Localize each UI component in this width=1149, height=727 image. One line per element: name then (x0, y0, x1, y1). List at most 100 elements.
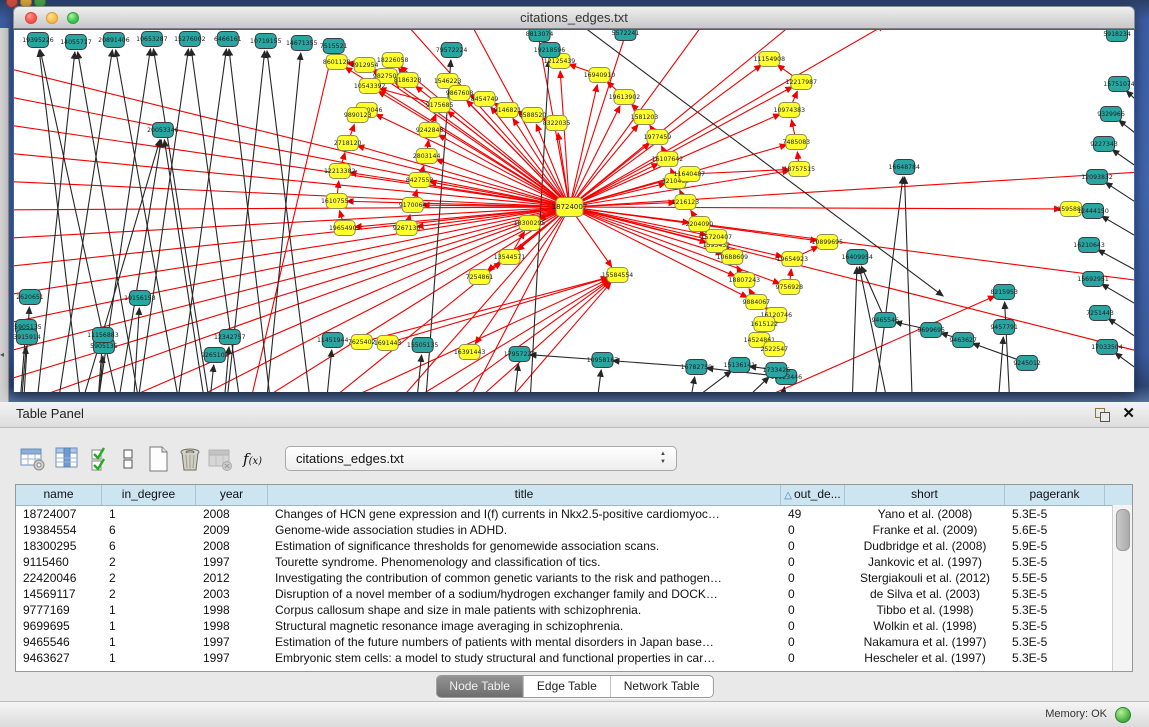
column-header-name[interactable]: name (16, 485, 102, 505)
graph-node-label: 5572241 (612, 30, 640, 37)
column-header-in_degree[interactable]: in_degree (102, 485, 196, 505)
graph-edge[interactable] (859, 267, 893, 392)
table-cell: 0 (781, 650, 845, 666)
column-header-title[interactable]: title (268, 485, 781, 505)
graph-edge[interactable] (905, 177, 914, 392)
select-columns-icon[interactable] (90, 446, 116, 472)
graph-edge[interactable] (14, 207, 570, 392)
graph-edge[interactable] (458, 207, 569, 392)
table-cell: Wolkin et al. (1998) (845, 618, 1005, 634)
table-cell: 1 (102, 506, 196, 522)
table-row[interactable]: 2242004622012Investigating the contribut… (16, 570, 1132, 586)
table-row[interactable]: 1938455462009Genome-wide association stu… (16, 522, 1132, 538)
table-row[interactable]: 946554611997Estimation of the future num… (16, 634, 1132, 650)
graph-node-label: 19395226 (22, 37, 54, 44)
table-cell: 5.6E-5 (1005, 522, 1105, 538)
graph-node-label: 9884067 (743, 299, 771, 306)
table-row[interactable]: 1872400712008Changes of HCN gene express… (16, 506, 1132, 522)
graph-edge[interactable] (1102, 216, 1134, 252)
graph-edge[interactable] (570, 171, 1134, 207)
tab-edge-table[interactable]: Edge Table (523, 676, 610, 697)
graph-edge[interactable] (362, 278, 608, 342)
table-cell: 2 (102, 570, 196, 586)
function-builder-icon[interactable]: f(x) (243, 446, 269, 472)
graph-node-label: 2718120 (334, 140, 362, 147)
table-cell: 22420046 (16, 570, 102, 586)
network-window-titlebar[interactable]: citations_edges.txt (13, 6, 1135, 29)
compact-rows-icon[interactable] (122, 446, 136, 472)
column-header-out_de[interactable]: △out_de... (781, 485, 845, 505)
column-header-short[interactable]: short (845, 485, 1005, 505)
graph-node-label: 9699695 (917, 327, 945, 334)
graph-edge[interactable] (14, 151, 570, 207)
table-cell: 0 (781, 602, 845, 618)
table-cell: Investigating the contribution of common… (268, 570, 781, 586)
memory-status-label[interactable]: Memory: OK (1045, 708, 1107, 720)
graph-edge[interactable] (39, 50, 84, 392)
graph-edge[interactable] (414, 355, 422, 392)
table-row[interactable]: 969969511998Structural magnetic resonanc… (16, 618, 1132, 634)
scrollbar-thumb[interactable] (1116, 509, 1130, 551)
graph-node-label: 12217987 (786, 79, 818, 86)
graph-edge[interactable] (996, 337, 1003, 392)
table-row[interactable]: 911546021997Tourette syndrome. Phenomeno… (16, 554, 1132, 570)
graph-edge[interactable] (570, 30, 631, 207)
graph-edge[interactable] (14, 207, 570, 210)
graph-node-label: 16409954 (842, 254, 874, 261)
graph-edge[interactable] (388, 278, 608, 343)
graph-edge[interactable] (685, 377, 694, 392)
network-graph[interactable]: 1872400786011288912954182260589827508818… (14, 30, 1134, 392)
network-window[interactable]: citations_edges.txt 18724007860112889129… (13, 6, 1135, 392)
graph-node-label: 8912954 (351, 62, 379, 69)
close-panel-icon[interactable]: ✕ (1122, 405, 1135, 423)
network-canvas[interactable]: 1872400786011288912954182260589827508818… (14, 30, 1134, 392)
graph-node-label: 9329966 (1097, 111, 1125, 118)
graph-edge[interactable] (207, 365, 214, 392)
tab-network-table[interactable]: Network Table (610, 676, 713, 697)
graph-edge[interactable] (511, 364, 519, 392)
table-cell: 2008 (196, 538, 268, 554)
table-select[interactable]: citations_edges.txt ▲▼ (285, 446, 677, 471)
graph-edge[interactable] (74, 140, 160, 392)
graph-edge[interactable] (1112, 150, 1134, 185)
graph-edge[interactable] (713, 377, 769, 392)
tab-node-table[interactable]: Node Table (436, 676, 523, 697)
graph-edge[interactable] (1126, 91, 1134, 125)
graph-edge[interactable] (570, 207, 1134, 358)
column-visibility-icon[interactable] (55, 446, 81, 472)
new-table-icon[interactable] (146, 446, 172, 472)
table-cell: 1 (102, 618, 196, 634)
table-row[interactable]: 1830029562008Estimation of significance … (16, 538, 1132, 554)
graph-edge[interactable] (132, 308, 139, 392)
delete-rows-trash-icon[interactable] (178, 446, 204, 472)
graph-node-label: 8813074 (526, 31, 554, 38)
table-cell: 1997 (196, 650, 268, 666)
graph-edge[interactable] (116, 50, 184, 392)
graph-edge[interactable] (1115, 353, 1134, 388)
graph-edge[interactable] (153, 49, 213, 392)
graph-edge[interactable] (14, 207, 570, 387)
graph-edge[interactable] (1105, 182, 1134, 220)
graph-edge[interactable] (1119, 120, 1134, 155)
graph-edge[interactable] (357, 146, 569, 207)
table-cell: Estimation of significance thresholds fo… (268, 538, 781, 554)
memory-ok-indicator[interactable] (1115, 707, 1131, 723)
float-panel-icon[interactable] (1095, 408, 1109, 421)
graph-edge[interactable] (593, 370, 601, 392)
graph-edge[interactable] (1005, 302, 1011, 392)
table-row[interactable]: 1456911722003Disruption of a novel membe… (16, 586, 1132, 602)
graph-node-label: 1615122 (751, 321, 779, 328)
table-row[interactable]: 946362711997Embryonic stem cells: a mode… (16, 650, 1132, 666)
graph-edge[interactable] (570, 207, 1062, 209)
table-scrollbar[interactable] (1112, 505, 1132, 671)
table-row[interactable]: 977716911998Corpus callosum shape and si… (16, 602, 1132, 618)
table-settings-icon[interactable] (20, 446, 46, 472)
graph-edge[interactable] (851, 267, 857, 392)
collapse-arrow-icon[interactable]: ◂ (0, 350, 4, 359)
table-cell: Stergiakouli et al. (2012) (845, 570, 1005, 586)
graph-edge[interactable] (570, 125, 639, 207)
column-header-year[interactable]: year (196, 485, 268, 505)
column-header-pagerank[interactable]: pagerank (1005, 485, 1105, 505)
table-cell: 0 (781, 618, 845, 634)
table-cell: 5.3E-5 (1005, 618, 1105, 634)
